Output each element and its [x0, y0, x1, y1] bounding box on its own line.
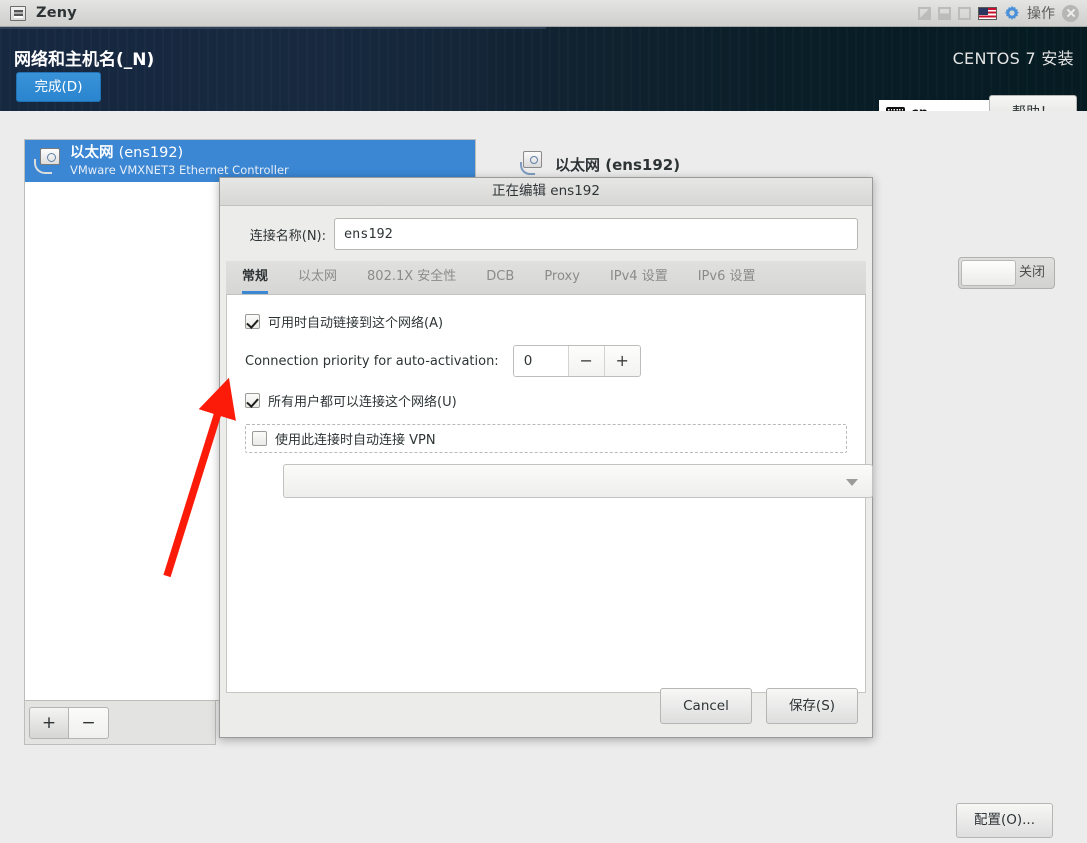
close-icon[interactable]	[1062, 4, 1079, 22]
tab-8021x[interactable]: 802.1X 安全性	[367, 265, 456, 294]
priority-value[interactable]: 0	[513, 346, 568, 376]
device-detail-name: 以太网 (ens192)	[555, 155, 681, 174]
connection-name-input[interactable]	[334, 218, 858, 250]
keyboard-layout-indicator[interactable]: cn	[879, 100, 989, 111]
vpn-connection-select[interactable]	[283, 464, 873, 498]
vpn-autoconnect-checkbox[interactable]	[252, 431, 267, 446]
tab-ipv6-settings[interactable]: IPv6 设置	[698, 265, 756, 294]
save-button[interactable]: 保存(S)	[766, 688, 858, 724]
cancel-button[interactable]: Cancel	[660, 688, 752, 724]
page-title: 网络和主机名(_N)	[14, 50, 155, 70]
gear-icon[interactable]	[1004, 5, 1020, 21]
product-label: CENTOS 7 安装	[952, 49, 1074, 68]
priority-row: Connection priority for auto-activation:…	[245, 345, 847, 377]
device-power-toggle[interactable]: 关闭	[958, 257, 1055, 289]
terminal-icon	[10, 5, 26, 21]
toggle-knob	[961, 260, 1016, 286]
connection-name-label: 连接名称(N):	[249, 228, 326, 244]
device-detail-header: 以太网 (ens192)	[519, 151, 680, 177]
all-users-checkbox[interactable]	[245, 393, 260, 408]
window-controls: 操作	[918, 3, 1087, 23]
device-id: (ens192)	[118, 145, 184, 162]
tab-general[interactable]: 常规	[242, 265, 269, 294]
device-name: 以太网 (ens192)	[70, 145, 184, 162]
vpn-autoconnect-row: 使用此连接时自动连接 VPN	[245, 424, 847, 453]
window-title: Zeny	[36, 5, 77, 21]
remove-device-button[interactable]: −	[69, 706, 109, 739]
window-titlebar: Zeny 操作	[0, 0, 1087, 27]
installer-banner: 网络和主机名(_N) 完成(D) CENTOS 7 安装 cn 帮助！	[0, 27, 1087, 111]
actions-label[interactable]: 操作	[1027, 3, 1055, 23]
dialog-tabs: 常规 以太网 802.1X 安全性 DCB Proxy IPv4 设置 IPv6…	[226, 261, 866, 295]
tab-ethernet[interactable]: 以太网	[298, 265, 337, 294]
tab-ipv4-settings[interactable]: IPv4 设置	[610, 265, 668, 294]
restore-icon[interactable]	[938, 6, 951, 20]
list-item[interactable]: 以太网 (ens192) VMware VMXNET3 Ethernet Con…	[25, 140, 475, 182]
wired-network-icon	[519, 151, 545, 177]
help-button[interactable]: 帮助！	[989, 95, 1077, 111]
autoconnect-label: 可用时自动链接到这个网络(A)	[268, 316, 444, 331]
priority-label: Connection priority for auto-activation:	[245, 353, 499, 369]
device-list-toolbar: + −	[24, 701, 216, 745]
tab-dcb[interactable]: DCB	[486, 269, 514, 294]
all-users-label: 所有用户都可以连接这个网络(U)	[268, 395, 457, 410]
device-description: VMware VMXNET3 Ethernet Controller	[70, 162, 289, 177]
done-button[interactable]: 完成(D)	[16, 72, 101, 102]
configure-button[interactable]: 配置(O)...	[956, 803, 1053, 838]
general-tab-panel: 可用时自动链接到这个网络(A) Connection priority for …	[226, 295, 873, 693]
add-device-button[interactable]: +	[29, 706, 69, 739]
maximize-icon[interactable]	[958, 6, 971, 20]
dialog-title: 正在编辑 ens192	[220, 178, 872, 206]
wired-network-icon	[34, 147, 61, 175]
connection-name-row: 连接名称(N):	[220, 206, 872, 250]
priority-decrement-button[interactable]: −	[567, 346, 604, 376]
screen: Zeny 操作 网络和主机名(_N) 完成(D) CENTOS 7 安装 cn …	[0, 0, 1087, 843]
chevron-down-icon	[846, 479, 858, 486]
tab-proxy[interactable]: Proxy	[544, 269, 580, 294]
priority-stepper[interactable]: 0 − +	[512, 345, 641, 377]
edit-connection-dialog: 正在编辑 ens192 连接名称(N): 常规 以太网 802.1X 安全性 D…	[219, 177, 873, 738]
autoconnect-checkbox[interactable]	[245, 314, 260, 329]
us-flag-icon[interactable]	[978, 6, 997, 20]
autoconnect-row: 可用时自动链接到这个网络(A)	[245, 312, 847, 331]
banner-accent	[0, 27, 546, 29]
priority-increment-button[interactable]: +	[603, 346, 640, 376]
toggle-state-label: 关闭	[1018, 265, 1045, 280]
dialog-footer: Cancel 保存(S)	[220, 675, 872, 737]
all-users-row: 所有用户都可以连接这个网络(U)	[245, 391, 847, 410]
vpn-autoconnect-label: 使用此连接时自动连接 VPN	[275, 433, 436, 448]
minimize-icon[interactable]	[918, 6, 931, 20]
